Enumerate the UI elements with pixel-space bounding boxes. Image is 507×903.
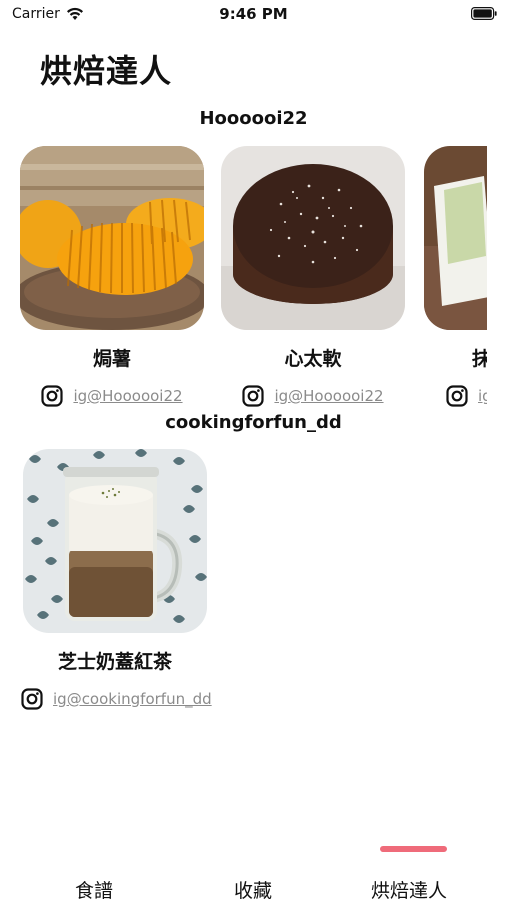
recipe-photo[interactable] <box>424 146 487 330</box>
page-title: 烘焙達人 <box>40 52 173 90</box>
recipe-card[interactable]: 焗薯 ig@Hoooooi22 <box>20 146 204 407</box>
section-heading-hoooooi22: Hoooooi22 <box>199 108 308 129</box>
section-heading-cookingforfun-dd: cookingforfun_dd <box>165 412 342 433</box>
instagram-link[interactable]: ig <box>478 387 487 405</box>
recipe-card[interactable]: 芝士奶蓋紅茶 ig@cookingforfun_dd <box>21 449 212 710</box>
recipe-photo[interactable] <box>23 449 207 633</box>
tab-selected-indicator <box>380 846 447 852</box>
matcha-dessert-image <box>424 146 487 330</box>
instagram-row[interactable]: ig@Hoooooi22 <box>221 385 405 407</box>
recipe-card[interactable]: 心太軟 ig@Hoooooi22 <box>221 146 405 407</box>
instagram-row[interactable]: ig@cookingforfun_dd <box>21 688 212 710</box>
recipe-title: 抹 <box>472 348 487 370</box>
instagram-icon <box>446 385 468 407</box>
instagram-link[interactable]: ig@cookingforfun_dd <box>53 690 212 708</box>
instagram-icon <box>242 385 265 407</box>
instagram-icon <box>41 385 64 407</box>
recipe-photo[interactable] <box>221 146 405 330</box>
recipe-title: 心太軟 <box>284 348 342 370</box>
baked-potato-image <box>20 146 204 330</box>
recipe-photo[interactable] <box>20 146 204 330</box>
instagram-row[interactable]: ig <box>424 385 487 407</box>
recipe-card[interactable]: 抹 ig <box>424 146 487 407</box>
lava-cake-image <box>221 146 405 330</box>
recipe-title: 焗薯 <box>92 348 131 370</box>
instagram-icon <box>21 688 43 710</box>
instagram-row[interactable]: ig@Hoooooi22 <box>20 385 204 407</box>
recipe-carousel[interactable]: 焗薯 ig@Hoooooi22 心太軟 ig@Hoooooi22 抹 ig <box>0 146 487 414</box>
status-bar: Carrier 9:46 PM <box>0 0 507 28</box>
tab-recipes[interactable]: 食譜 <box>75 876 113 903</box>
battery-icon <box>471 7 497 20</box>
instagram-link[interactable]: ig@Hoooooi22 <box>274 387 383 405</box>
status-time: 9:46 PM <box>219 5 288 23</box>
tab-favorites[interactable]: 收藏 <box>234 876 272 903</box>
recipe-title: 芝士奶蓋紅茶 <box>57 651 172 673</box>
tab-baking-masters[interactable]: 烘焙達人 <box>371 876 447 903</box>
cheese-milk-tea-image <box>23 449 207 633</box>
instagram-link[interactable]: ig@Hoooooi22 <box>73 387 182 405</box>
